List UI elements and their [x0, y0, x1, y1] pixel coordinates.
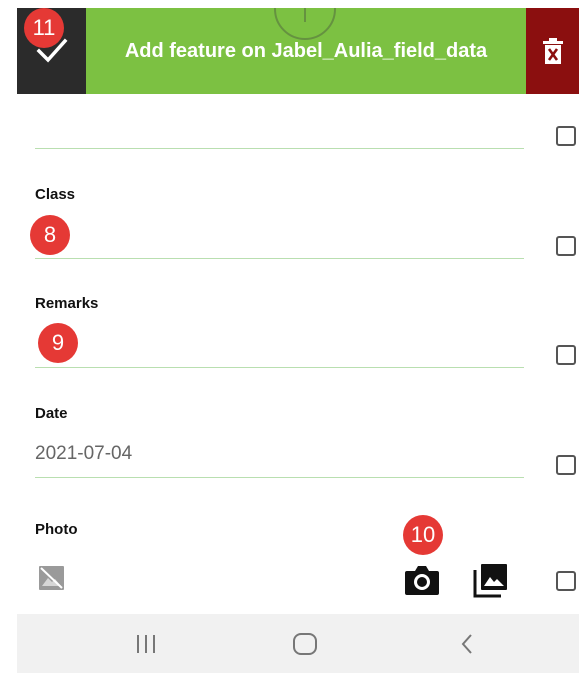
- title-bar: Add feature on Jabel_Aulia_field_data: [86, 8, 526, 94]
- recent-apps-icon: [137, 634, 155, 653]
- date-checkbox[interactable]: [556, 455, 576, 475]
- gallery-button[interactable]: [473, 562, 509, 598]
- broken-image-icon: [39, 566, 64, 590]
- back-icon: [461, 633, 472, 654]
- remarks-checkbox[interactable]: [556, 345, 576, 365]
- field-label-remarks: Remarks: [35, 295, 99, 312]
- delete-icon: [542, 38, 563, 64]
- system-nav-bar: [17, 614, 579, 673]
- toolbar-title: Add feature on Jabel_Aulia_field_data: [124, 39, 488, 62]
- camera-icon: [405, 566, 439, 595]
- class-input-underline: [35, 258, 524, 259]
- field-checkbox-0[interactable]: [556, 126, 576, 146]
- field-label-class: Class: [35, 186, 76, 203]
- annotation-badge-class: 8: [30, 215, 70, 255]
- field-input-0[interactable]: [35, 148, 524, 149]
- date-input[interactable]: 2021-07-04: [35, 443, 132, 465]
- home-button[interactable]: [286, 614, 324, 673]
- class-checkbox[interactable]: [556, 236, 576, 256]
- annotation-badge-camera: 10: [403, 515, 443, 555]
- toolbar: Add feature on Jabel_Aulia_field_data: [17, 8, 579, 94]
- date-input-underline: [35, 477, 524, 478]
- annotation-badge-confirm: 11: [24, 8, 64, 48]
- map-crosshair-line: [304, 8, 306, 22]
- delete-button[interactable]: [526, 8, 579, 94]
- remarks-input-underline: [35, 367, 524, 368]
- photo-checkbox[interactable]: [556, 571, 576, 591]
- gallery-icon: [473, 564, 507, 598]
- annotation-badge-remarks: 9: [38, 323, 78, 363]
- app-screen: Add feature on Jabel_Aulia_field_data 11…: [0, 0, 579, 673]
- field-label-photo: Photo: [35, 521, 78, 538]
- camera-button[interactable]: [403, 562, 441, 598]
- status-strip: [0, 0, 579, 8]
- home-icon: [293, 632, 317, 655]
- field-label-date: Date: [35, 405, 68, 422]
- recent-apps-button[interactable]: [127, 614, 165, 673]
- back-button[interactable]: [448, 614, 486, 673]
